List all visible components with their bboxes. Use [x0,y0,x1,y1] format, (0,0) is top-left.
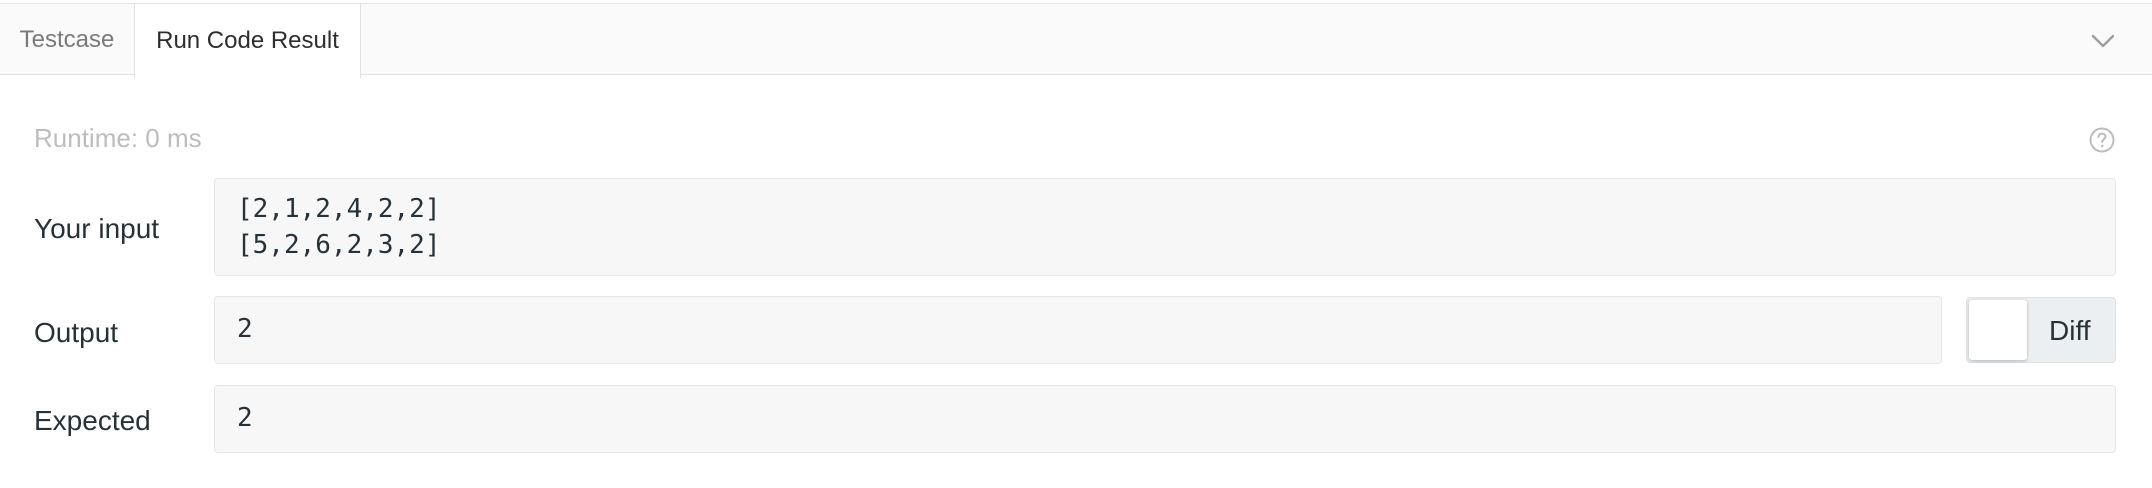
output-field: 2 [214,296,1942,364]
expected-value: 2 [237,403,253,433]
expected-field: 2 [214,385,2116,453]
your-input-field: [2,1,2,4,2,2] [5,2,6,2,3,2] [214,178,2116,276]
tab-run-code-result[interactable]: Run Code Result [134,3,361,78]
run-code-result-panel: Testcase Run Code Result Runtime: 0 ms Y… [0,0,2152,488]
input-line-2: [5,2,6,2,3,2] [237,230,441,260]
output-value: 2 [237,314,253,344]
tab-bar: Testcase Run Code Result [0,3,2152,78]
tab-testcase[interactable]: Testcase [0,3,134,77]
diff-toggle-knob [1969,300,2027,360]
input-line-1: [2,1,2,4,2,2] [237,194,441,224]
tab-run-code-result-label: Run Code Result [156,27,339,54]
diff-toggle[interactable]: Diff [1966,297,2116,363]
tab-testcase-label: Testcase [19,26,115,53]
diff-label: Diff [2049,315,2091,346]
expected-label: Expected [34,405,151,436]
output-label: Output [34,317,119,348]
your-input-label: Your input [34,213,160,244]
chevron-down-icon[interactable] [2088,26,2118,56]
runtime-text: Runtime: 0 ms [34,123,202,153]
question-circle-icon[interactable] [2088,126,2116,154]
